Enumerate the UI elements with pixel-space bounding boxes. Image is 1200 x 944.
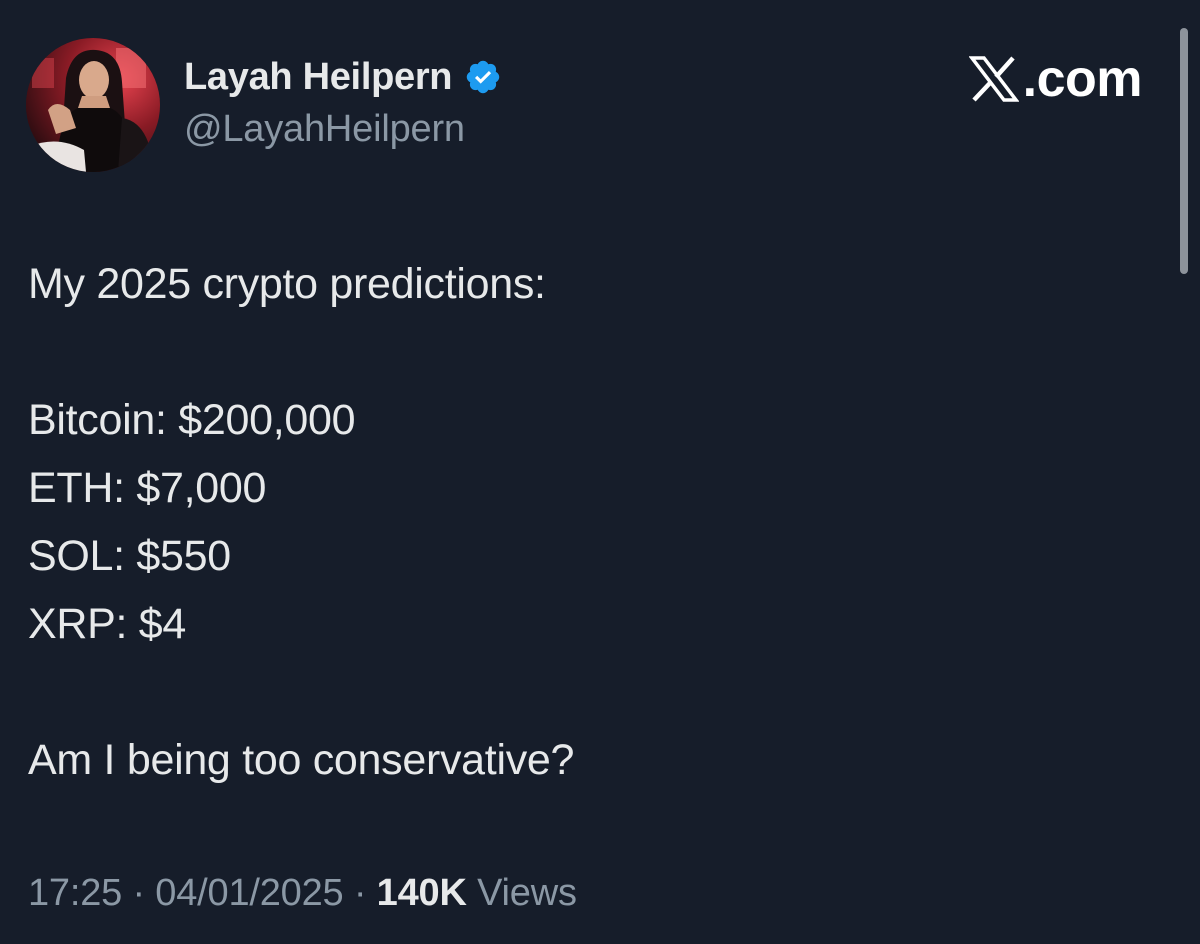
prediction-line: SOL: $550 bbox=[28, 532, 231, 580]
avatar[interactable] bbox=[26, 38, 160, 172]
tweet-text: My 2025 crypto predictions: Bitcoin: $20… bbox=[28, 250, 1128, 794]
tweet-time[interactable]: 17:25 bbox=[28, 872, 122, 914]
x-logo-icon bbox=[968, 56, 1019, 102]
views-label: Views bbox=[477, 872, 577, 914]
brand-watermark: .com bbox=[968, 50, 1143, 108]
avatar-photo bbox=[26, 38, 160, 172]
scrollbar[interactable] bbox=[1180, 28, 1188, 274]
tweet-question: Am I being too conservative? bbox=[28, 736, 575, 784]
tweet-intro: My 2025 crypto predictions: bbox=[28, 260, 546, 308]
author-handle[interactable]: @LayahHeilpern bbox=[184, 108, 465, 151]
prediction-line: ETH: $7,000 bbox=[28, 464, 267, 512]
meta-separator: · bbox=[353, 872, 367, 914]
tweet-meta: 17:25 · 04/01/2025 · 140K Views bbox=[28, 872, 577, 915]
tweet-date[interactable]: 04/01/2025 bbox=[155, 872, 343, 914]
prediction-line: Bitcoin: $200,000 bbox=[28, 396, 356, 444]
views-count: 140K bbox=[376, 872, 467, 914]
brand-text: .com bbox=[1022, 50, 1143, 108]
author-name-row: Layah Heilpern bbox=[184, 54, 502, 100]
author-display-name[interactable]: Layah Heilpern bbox=[184, 56, 453, 99]
meta-separator: · bbox=[132, 872, 145, 914]
prediction-line: XRP: $4 bbox=[28, 600, 187, 648]
verified-badge-icon[interactable] bbox=[464, 58, 502, 96]
